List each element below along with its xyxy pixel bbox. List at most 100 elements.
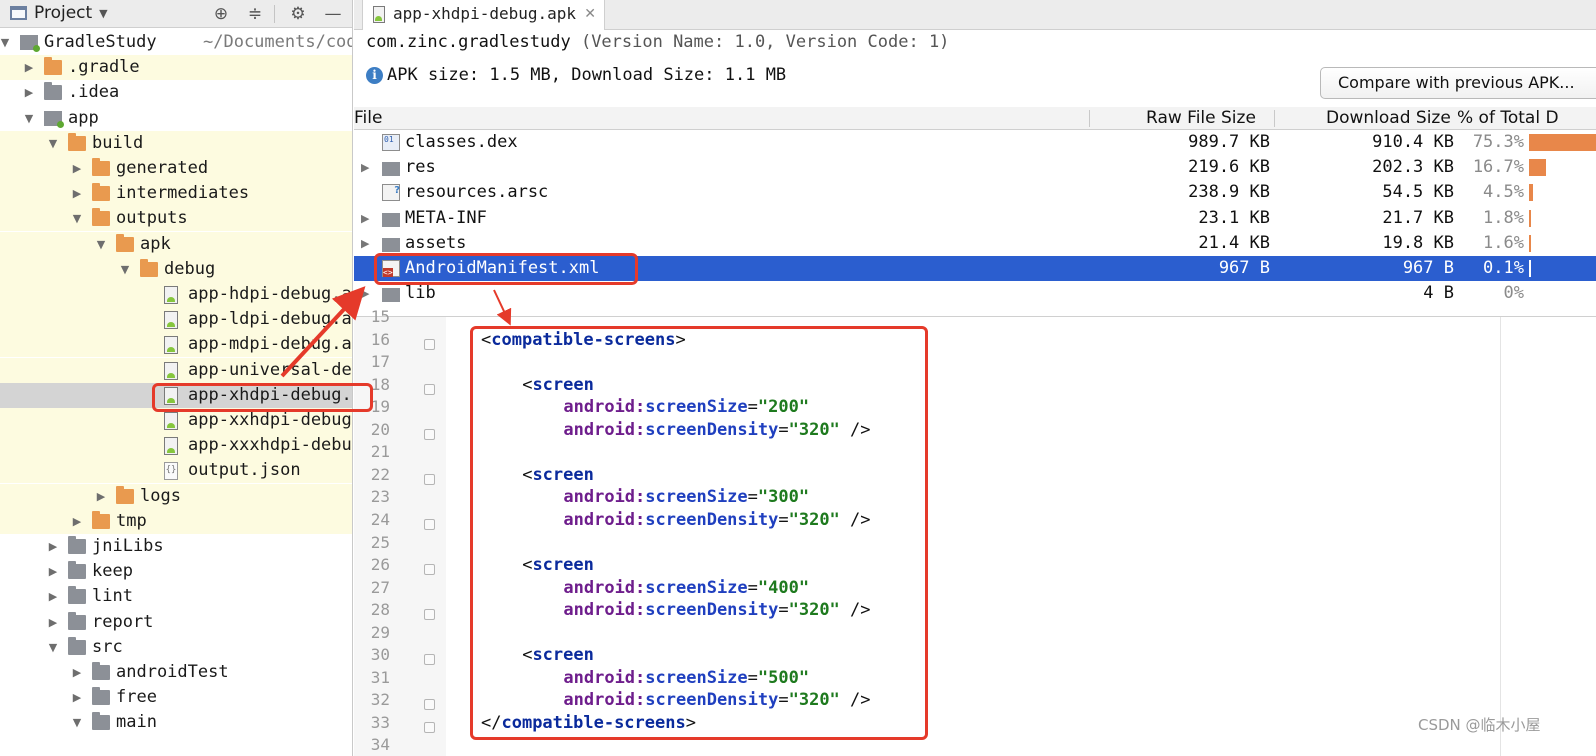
collapsed-arrow-icon[interactable]: ▶ <box>71 660 83 685</box>
fold-marker-icon[interactable] <box>424 518 435 530</box>
size-share-bar <box>1529 134 1596 151</box>
download-size: 910.4 KB <box>1372 132 1454 152</box>
expanded-arrow-icon[interactable]: ▼ <box>119 257 131 282</box>
tree-item[interactable]: ▶ jniLibs <box>0 534 352 559</box>
collapsed-arrow-icon[interactable]: ▶ <box>361 206 369 231</box>
tree-item[interactable]: ▶ intermediates <box>0 181 352 207</box>
annotation-box-manifest-row <box>374 253 638 285</box>
fold-marker-icon[interactable] <box>424 721 435 733</box>
size-share-bar <box>1529 159 1546 177</box>
column-divider <box>1274 110 1275 127</box>
apk-size-info: i APK size: 1.5 MB, Download Size: 1.1 M… <box>366 65 786 85</box>
expanded-arrow-icon[interactable]: ▼ <box>47 635 59 660</box>
tree-item[interactable]: ▼ main <box>0 710 352 735</box>
table-row[interactable]: ▶ res 219.6 KB 202.3 KB 16.7% <box>354 155 1596 180</box>
download-size: 202.3 KB <box>1372 157 1454 178</box>
gear-icon[interactable]: ⚙ <box>287 3 309 25</box>
fold-marker-icon[interactable] <box>424 473 435 485</box>
compare-with-previous-apk-button[interactable]: Compare with previous APK... <box>1320 67 1596 99</box>
tree-item[interactable]: ▼ build <box>0 130 352 156</box>
folder-icon <box>68 132 86 151</box>
tree-item-label: keep <box>92 561 133 582</box>
tree-item[interactable]: ▶ keep <box>0 559 352 584</box>
fold-marker-icon[interactable] <box>424 609 435 621</box>
collapsed-arrow-icon[interactable]: ▶ <box>47 559 59 584</box>
info-icon: i <box>366 66 383 84</box>
tree-item[interactable]: app-hdpi-debug.a <box>0 282 352 307</box>
table-row[interactable]: classes.dex 989.7 KB 910.4 KB 75.3% <box>354 127 1596 155</box>
project-panel: Project ▼ ⊕ ≑ ⚙ — ▼ GradleStudy ~/Document… <box>0 0 353 756</box>
fold-marker-icon[interactable] <box>424 654 435 666</box>
tree-item[interactable]: ▶ .gradle <box>0 55 352 81</box>
fold-marker-icon[interactable] <box>424 428 435 440</box>
tree-item[interactable]: ▶ report <box>0 610 352 635</box>
json-file-icon: {} <box>164 462 178 481</box>
collapsed-arrow-icon[interactable]: ▶ <box>361 281 369 306</box>
percent-of-total: 0.1% <box>1483 258 1524 278</box>
tree-item[interactable]: ▶ free <box>0 685 352 710</box>
tree-item[interactable]: ▶ tmp <box>0 508 352 534</box>
tree-item-label: .idea <box>68 82 120 103</box>
expanded-arrow-icon[interactable]: ▼ <box>71 206 83 231</box>
table-row[interactable]: resources.arsc 238.9 KB 54.5 KB 4.5% <box>354 178 1596 205</box>
expanded-arrow-icon[interactable]: ▼ <box>47 131 59 156</box>
collapsed-arrow-icon[interactable]: ▶ <box>23 55 35 80</box>
tree-item[interactable]: {} output.json <box>0 458 352 484</box>
line-number: 23 <box>370 487 390 507</box>
expanded-arrow-icon[interactable]: ▼ <box>95 232 107 257</box>
collapsed-arrow-icon[interactable]: ▶ <box>47 584 59 609</box>
folder-icon <box>92 662 110 680</box>
tree-item[interactable]: ▶ generated <box>0 156 352 181</box>
tree-item-label: main <box>116 712 157 733</box>
fold-marker-icon[interactable] <box>424 699 435 711</box>
collapsed-arrow-icon[interactable]: ▶ <box>71 509 83 534</box>
hide-panel-icon[interactable]: — <box>322 3 344 25</box>
collapsed-arrow-icon[interactable]: ▶ <box>95 484 107 509</box>
collapsed-arrow-icon[interactable]: ▶ <box>71 156 83 181</box>
collapsed-arrow-icon[interactable]: ▶ <box>47 534 59 559</box>
fold-marker-icon[interactable] <box>424 383 435 395</box>
project-window-icon <box>10 6 27 20</box>
tree-item[interactable]: ▼ apk <box>0 231 352 257</box>
tree-item[interactable]: app-xxxhdpi-debu <box>0 433 352 459</box>
tree-item-label: intermediates <box>116 183 250 204</box>
project-view-selector[interactable]: Project ▼ <box>10 3 108 23</box>
tree-item[interactable]: ▶ .idea <box>0 80 352 105</box>
tree-item[interactable]: ▼ GradleStudy ~/Documents/code <box>0 30 352 55</box>
tree-item[interactable]: app-mdpi-debug.a <box>0 332 352 358</box>
collapsed-arrow-icon[interactable]: ▶ <box>361 231 369 256</box>
expanded-arrow-icon[interactable]: ▼ <box>23 106 35 131</box>
tree-item[interactable]: ▶ lint <box>0 584 352 609</box>
tree-item[interactable]: ▼ app <box>0 106 352 131</box>
fold-marker-icon[interactable] <box>424 564 435 576</box>
column-header-file[interactable]: File <box>354 108 382 128</box>
column-header-download-size[interactable]: Download Size <box>1326 108 1451 128</box>
close-icon[interactable]: ✕ <box>584 0 596 28</box>
line-number: 22 <box>370 464 390 484</box>
tree-item[interactable]: ▼ debug <box>0 256 352 282</box>
collapsed-arrow-icon[interactable]: ▶ <box>23 80 35 105</box>
folder-icon <box>382 212 400 227</box>
expanded-arrow-icon[interactable]: ▼ <box>71 710 83 735</box>
tree-item[interactable]: ▼ outputs <box>0 206 352 232</box>
table-row[interactable]: ▶ META-INF 23.1 KB 21.7 KB 1.8% <box>354 206 1596 231</box>
fold-marker-icon[interactable] <box>424 338 435 350</box>
tree-item[interactable]: ▼ src <box>0 635 352 660</box>
collapsed-arrow-icon[interactable]: ▶ <box>361 155 369 180</box>
tree-item[interactable]: ▶ logs <box>0 483 352 509</box>
tree-item[interactable]: app-ldpi-debug.a <box>0 307 352 333</box>
folder-icon <box>68 586 86 605</box>
column-header-percent-total[interactable]: % of Total D <box>1457 108 1559 128</box>
raw-file-size: 238.9 KB <box>1188 182 1270 203</box>
collapsed-arrow-icon[interactable]: ▶ <box>71 181 83 206</box>
collapsed-arrow-icon[interactable]: ▶ <box>47 610 59 635</box>
collapse-all-icon[interactable]: ≑ <box>244 3 266 25</box>
line-number: 15 <box>370 307 390 326</box>
column-header-raw-size[interactable]: Raw File Size <box>1146 108 1256 128</box>
tab-apk-file[interactable]: app-xhdpi-debug.apk ✕ <box>362 0 606 30</box>
tree-item[interactable]: app-universal-de <box>0 357 352 383</box>
collapsed-arrow-icon[interactable]: ▶ <box>71 685 83 710</box>
expanded-arrow-icon[interactable]: ▼ <box>0 30 11 55</box>
tree-item[interactable]: ▶ androidTest <box>0 660 352 685</box>
scroll-from-source-icon[interactable]: ⊕ <box>210 3 232 25</box>
